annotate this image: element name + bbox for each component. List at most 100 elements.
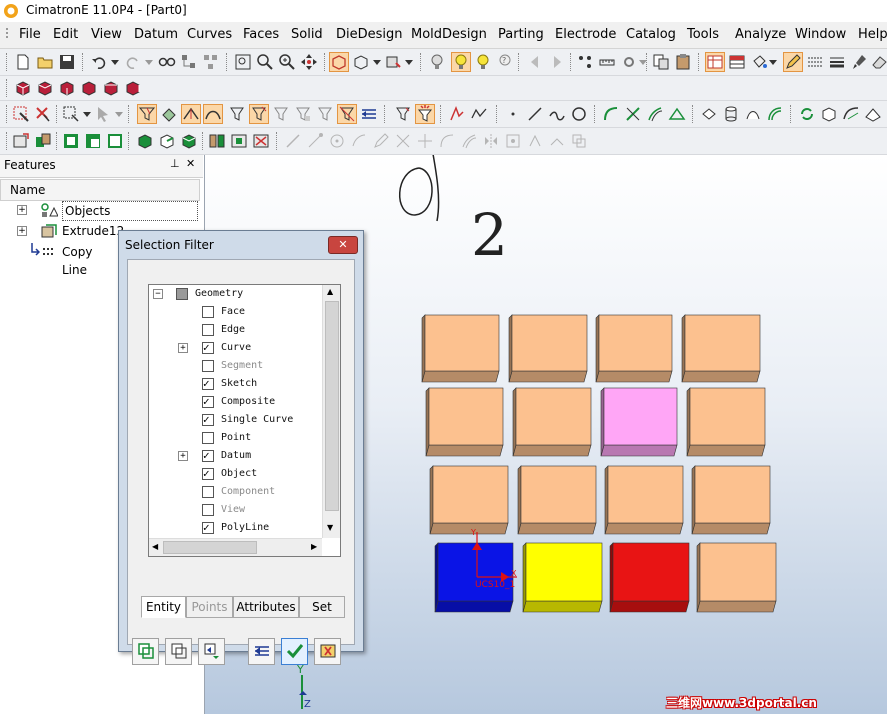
part-green-2-icon[interactable]: [84, 132, 102, 150]
scroll-right-icon[interactable]: ▶: [311, 542, 317, 551]
geometry-checkbox[interactable]: [176, 288, 188, 300]
analysis-icon[interactable]: [448, 105, 466, 123]
menu-analyze[interactable]: Analyze: [735, 27, 786, 42]
box-r1-c2[interactable]: [508, 314, 588, 383]
menu-molddesign[interactable]: MoldDesign: [411, 27, 487, 42]
filter-row-curve[interactable]: + Curve: [149, 339, 319, 357]
line-weight-icon[interactable]: [828, 53, 846, 71]
menu-window[interactable]: Window: [795, 27, 846, 42]
dialog-close-button[interactable]: ✕: [328, 236, 358, 254]
bulb-question-icon[interactable]: ?: [496, 53, 514, 71]
wireframe-view-icon[interactable]: [352, 53, 370, 71]
tree-icon[interactable]: [180, 53, 198, 71]
selection-filter-icon[interactable]: [415, 104, 435, 124]
point-tool-icon[interactable]: [504, 105, 522, 123]
face-patch-icon[interactable]: [842, 105, 860, 123]
cylinder-tool-icon[interactable]: [722, 105, 740, 123]
filter-row-face[interactable]: Face: [149, 303, 319, 321]
cube-view-1-icon[interactable]: [14, 79, 32, 97]
menu-catalog[interactable]: Catalog: [626, 27, 676, 42]
tab-points[interactable]: Points: [186, 596, 233, 618]
box-r2-c4[interactable]: [686, 387, 766, 457]
snap-points-icon[interactable]: [576, 53, 594, 71]
select-all-button[interactable]: [132, 638, 159, 665]
trim-icon[interactable]: [624, 105, 642, 123]
measure-icon[interactable]: [598, 53, 616, 71]
filter-view-icon[interactable]: [316, 105, 334, 123]
fillet-curve-icon[interactable]: [602, 105, 620, 123]
paint-dropdown-icon[interactable]: [768, 55, 778, 69]
sweep-tool-icon[interactable]: [744, 105, 762, 123]
lines-icon[interactable]: [806, 53, 824, 71]
expand-icon[interactable]: +: [178, 451, 188, 461]
split-part-icon[interactable]: [208, 132, 226, 150]
filter-checkbox[interactable]: [202, 411, 214, 429]
menu-tools[interactable]: Tools: [687, 27, 719, 42]
hierarchy-icon[interactable]: [202, 53, 220, 71]
filter-checkbox[interactable]: [202, 486, 214, 498]
close-icon[interactable]: ✕: [186, 157, 195, 170]
shaded-view-icon[interactable]: [329, 52, 349, 72]
filter-row-object[interactable]: Object: [149, 465, 319, 483]
part-green-1-icon[interactable]: [62, 132, 80, 150]
glasses-icon[interactable]: [158, 53, 176, 71]
delete-part-icon[interactable]: [252, 132, 270, 150]
light-off-icon[interactable]: [428, 53, 446, 71]
map-icon[interactable]: [470, 105, 488, 123]
box-r2-c1[interactable]: [425, 387, 504, 457]
spline-tool-icon[interactable]: [548, 105, 566, 123]
pin-icon[interactable]: ⊥: [170, 157, 180, 170]
clipboard-icon[interactable]: [674, 53, 692, 71]
open-folder-icon[interactable]: [36, 53, 54, 71]
surface-tool-icon[interactable]: [700, 105, 718, 123]
assembly-icon[interactable]: [34, 132, 52, 150]
box-r4-c3[interactable]: [609, 542, 690, 613]
filter-checkbox[interactable]: [202, 504, 214, 516]
expand-icon[interactable]: +: [17, 205, 27, 215]
box-r4-c4[interactable]: [696, 542, 777, 613]
tab-set[interactable]: Set: [299, 596, 345, 618]
part-green-3-icon[interactable]: [106, 132, 124, 150]
filter-checkbox[interactable]: [202, 432, 214, 444]
zoom-window-icon[interactable]: [256, 53, 274, 71]
display-mode-icon[interactable]: [384, 53, 402, 71]
save-icon[interactable]: [58, 53, 76, 71]
horizontal-scroll-thumb[interactable]: [163, 541, 257, 554]
filter-row-view[interactable]: View: [149, 501, 319, 519]
box-r4-c2[interactable]: [522, 542, 603, 613]
filter-checkbox[interactable]: [202, 324, 214, 336]
light-bulb-icon[interactable]: [451, 52, 471, 72]
project-curve-icon[interactable]: [668, 105, 686, 123]
pencil-icon[interactable]: [783, 52, 803, 72]
box-r3-c4[interactable]: [691, 465, 771, 535]
filter-datum-icon[interactable]: [249, 104, 269, 124]
pick-dropdown-icon[interactable]: [114, 107, 124, 121]
settings-icon[interactable]: [620, 53, 638, 71]
select-region-icon[interactable]: [12, 105, 30, 123]
filter-row-composite[interactable]: Composite: [149, 393, 319, 411]
filter-edge-icon[interactable]: [181, 104, 201, 124]
face-extend-icon[interactable]: [864, 105, 882, 123]
undo-dropdown-icon[interactable]: [110, 55, 120, 69]
box-r3-c2[interactable]: [517, 465, 597, 535]
zoom-dynamic-icon[interactable]: [278, 53, 296, 71]
refresh-icon[interactable]: [798, 105, 816, 123]
ok-button[interactable]: [281, 638, 308, 665]
expand-icon[interactable]: +: [178, 343, 188, 353]
table-icon[interactable]: [728, 53, 746, 71]
filter-point-icon[interactable]: [228, 105, 246, 123]
filter-row-datum[interactable]: + Datum: [149, 447, 319, 465]
filter-row-component[interactable]: Component: [149, 483, 319, 501]
pick-arrow-icon[interactable]: [94, 105, 112, 123]
filter-row-single-curve[interactable]: Single Curve: [149, 411, 319, 429]
cube-view-4-icon[interactable]: [80, 79, 98, 97]
filter-set-icon[interactable]: [394, 105, 412, 123]
tab-entity[interactable]: Entity: [141, 596, 186, 618]
filter-curve-icon[interactable]: [203, 104, 223, 124]
undo-icon[interactable]: [90, 53, 108, 71]
filter-checkbox[interactable]: [202, 519, 214, 537]
menu-electrode[interactable]: Electrode: [555, 27, 616, 42]
menu-view[interactable]: View: [91, 27, 122, 42]
filter-list-icon[interactable]: [360, 105, 378, 123]
scroll-up-icon[interactable]: ▲: [327, 287, 333, 296]
